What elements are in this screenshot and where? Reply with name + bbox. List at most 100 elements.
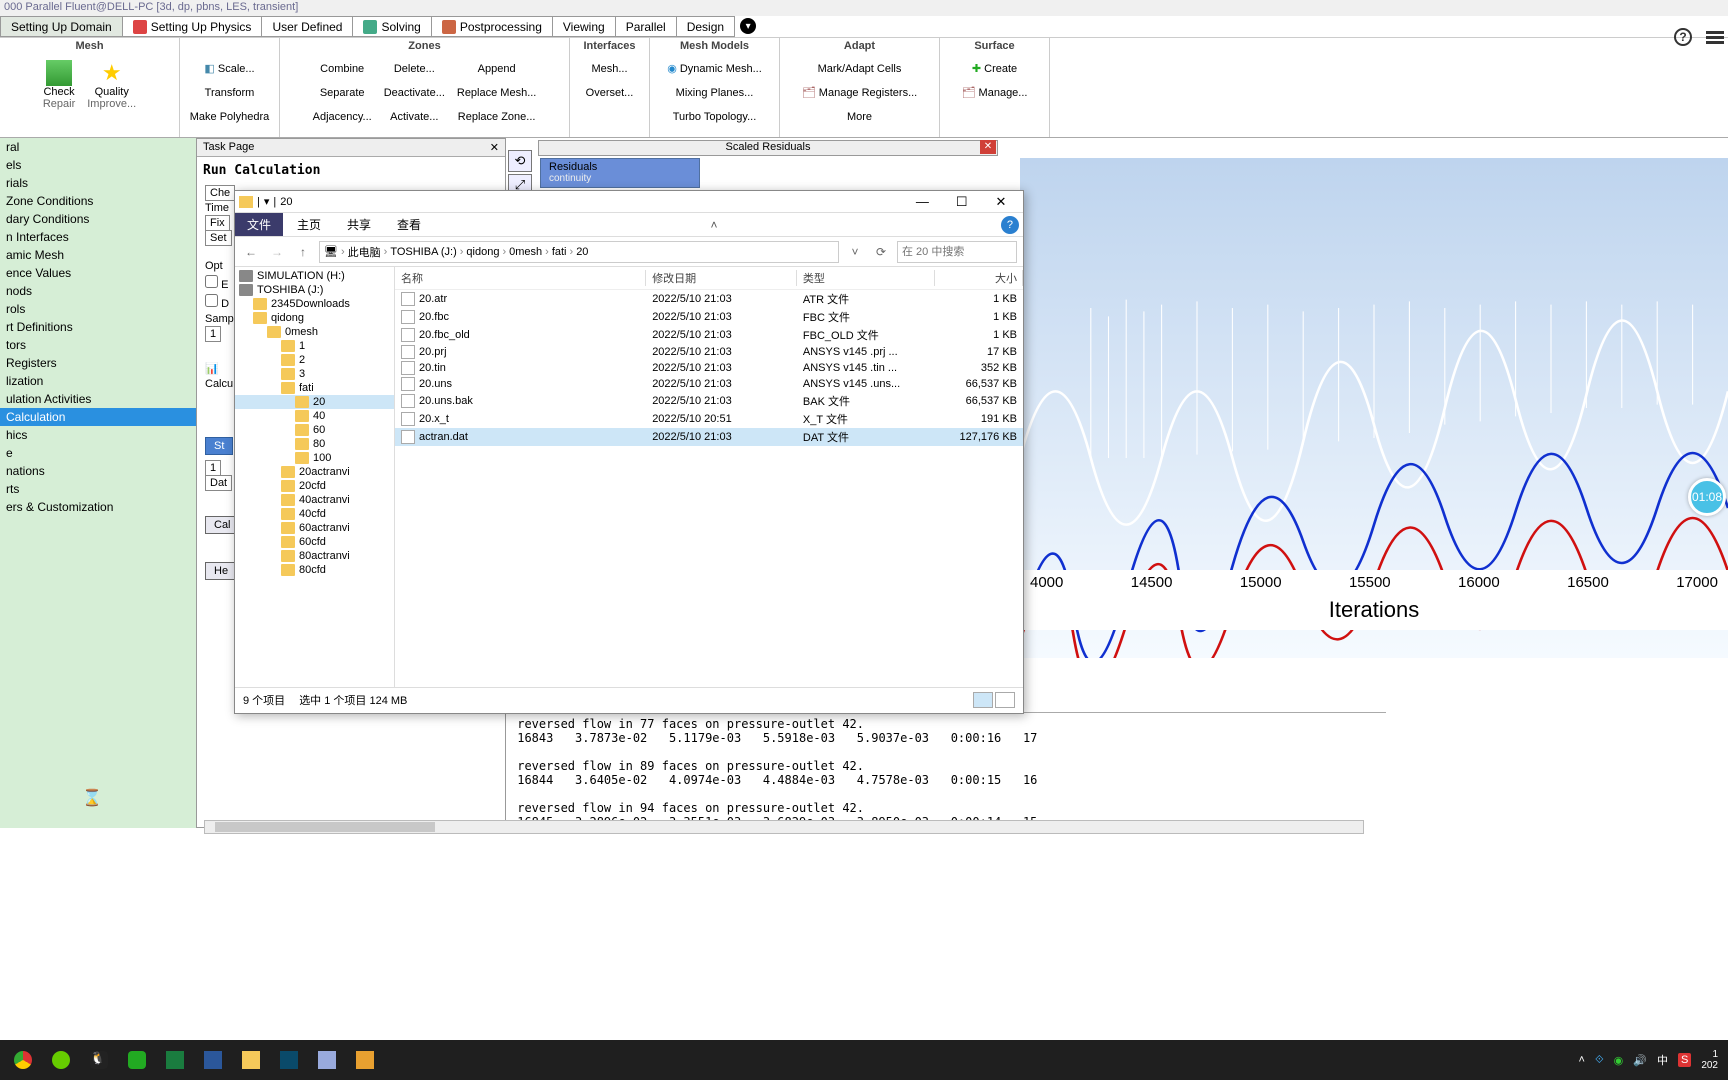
word-taskbar-icon[interactable] [195, 1044, 231, 1076]
nav-tree-node[interactable]: 40 [235, 409, 394, 423]
tray-volume-icon[interactable]: 🔊 [1633, 1054, 1647, 1067]
nav-tree-node[interactable]: 20cfd [235, 479, 394, 493]
tab-parallel[interactable]: Parallel [615, 16, 677, 37]
actran-taskbar-icon[interactable] [347, 1044, 383, 1076]
che-input[interactable]: Che [205, 185, 235, 201]
file-menu-tab[interactable]: 文件 [235, 213, 283, 236]
fixed-select[interactable]: Fix [205, 215, 230, 231]
explorer-nav-tree[interactable]: SIMULATION (H:)TOSHIBA (J:)2345Downloads… [235, 267, 395, 687]
nav-tree-node[interactable]: 0mesh [235, 325, 394, 339]
file-row[interactable]: 20.atr2022/5/10 21:03ATR 文件1 KB [395, 290, 1023, 309]
tree-item[interactable]: hics [0, 426, 196, 444]
nav-tree-node[interactable]: 2345Downloads [235, 297, 394, 311]
residuals-close-icon[interactable]: ✕ [980, 140, 996, 154]
tree-item[interactable]: nods [0, 282, 196, 300]
nav-tree-node[interactable]: 100 [235, 451, 394, 465]
file-row[interactable]: 20.uns2022/5/10 21:03ANSYS v145 .uns...6… [395, 376, 1023, 392]
task-page-close-icon[interactable]: ✕ [490, 141, 499, 154]
tree-item[interactable]: amic Mesh [0, 246, 196, 264]
home-menu-tab[interactable]: 主页 [285, 213, 333, 236]
tray-sogou-icon[interactable]: S [1678, 1053, 1691, 1067]
interfaces-mesh-button[interactable]: Mesh... [576, 58, 643, 80]
tree-item[interactable]: lization [0, 372, 196, 390]
combine-button[interactable]: Combine [313, 58, 372, 80]
transform-button[interactable]: Transform [186, 82, 273, 104]
chrome-taskbar-icon[interactable] [5, 1044, 41, 1076]
replace-mesh-button[interactable]: Replace Mesh... [457, 82, 536, 104]
samp-input[interactable]: 1 [205, 326, 221, 342]
crumb[interactable]: 此电脑 [348, 244, 381, 260]
help-button[interactable]: He [205, 562, 237, 580]
tab-solving[interactable]: Solving [352, 16, 431, 37]
excel-taskbar-icon[interactable] [157, 1044, 193, 1076]
nav-tree-node[interactable]: 60cfd [235, 535, 394, 549]
crumb[interactable]: fati [552, 246, 567, 258]
nav-tree-node[interactable]: 40actranvi [235, 493, 394, 507]
window-minimize-icon[interactable]: — [904, 194, 940, 209]
residuals-tab[interactable]: Scaled Residuals [538, 140, 998, 156]
tree-item[interactable]: rts [0, 480, 196, 498]
col-size[interactable]: 大小 [935, 267, 1023, 290]
nav-tree-node[interactable]: 20 [235, 395, 394, 409]
ribbon-collapse-icon[interactable]: ˄ [711, 218, 718, 232]
opt-e-checkbox[interactable] [205, 275, 218, 288]
addr-dropdown-icon[interactable]: ˅ [845, 245, 865, 259]
search-input[interactable] [897, 241, 1017, 263]
nav-tree-node[interactable]: 3 [235, 367, 394, 381]
make-polyhedra-button[interactable]: Make Polyhedra [186, 106, 273, 128]
notepad-taskbar-icon[interactable] [309, 1044, 345, 1076]
file-row[interactable]: 20.tin2022/5/10 21:03ANSYS v145 .tin ...… [395, 360, 1023, 376]
tree-item[interactable]: Calculation [0, 408, 196, 426]
delete-button[interactable]: Delete... [384, 58, 445, 80]
tab-setting-up-domain[interactable]: Setting Up Domain [0, 16, 123, 37]
crumb[interactable]: TOSHIBA (J:) [390, 246, 456, 258]
window-maximize-icon[interactable]: ☐ [944, 194, 980, 210]
activate-button[interactable]: Activate... [384, 106, 445, 128]
scale-button[interactable]: ◧ Scale... [186, 58, 273, 80]
tab-user-defined[interactable]: User Defined [261, 16, 353, 37]
breadcrumb[interactable]: 🖥›此电脑›TOSHIBA (J:)›qidong›0mesh›fati›20 [319, 241, 839, 263]
crumb[interactable]: qidong [466, 246, 499, 258]
overset-button[interactable]: Overset... [576, 82, 643, 104]
explorer-taskbar-icon[interactable] [233, 1044, 269, 1076]
file-list[interactable]: 名称 修改日期 类型 大小 20.atr2022/5/10 21:03ATR 文… [395, 267, 1023, 687]
window-close-icon[interactable]: ✕ [983, 194, 1019, 210]
nav-tree-node[interactable]: 80actranvi [235, 549, 394, 563]
append-button[interactable]: Append [457, 58, 536, 80]
file-row[interactable]: 20.fbc_old2022/5/10 21:03FBC_OLD 文件1 KB [395, 326, 1023, 344]
tree-item[interactable]: rials [0, 174, 196, 192]
tree-item[interactable]: nations [0, 462, 196, 480]
col-name[interactable]: 名称 [395, 267, 646, 290]
nav-tree-node[interactable]: 80cfd [235, 563, 394, 577]
tray-up-icon[interactable]: ˄ [1579, 1054, 1585, 1066]
nav-tree-node[interactable]: 80 [235, 437, 394, 451]
tab-viewing[interactable]: Viewing [552, 16, 616, 37]
surface-manage-button[interactable]: 🗂 Manage... [946, 82, 1043, 104]
tree-item[interactable]: n Interfaces [0, 228, 196, 246]
nav-tree-node[interactable]: 2 [235, 353, 394, 367]
wechat-taskbar-icon[interactable] [119, 1044, 155, 1076]
tab-postprocessing[interactable]: Postprocessing [431, 16, 553, 37]
opt-d-checkbox[interactable] [205, 294, 218, 307]
check-button[interactable]: CheckRepair [37, 56, 81, 114]
deactivate-button[interactable]: Deactivate... [384, 82, 445, 104]
mixing-planes-button[interactable]: Mixing Planes... [656, 82, 773, 104]
tab-setting-up-physics[interactable]: Setting Up Physics [122, 16, 263, 37]
nav-tree-node[interactable]: 20actranvi [235, 465, 394, 479]
tab-design[interactable]: Design [676, 16, 735, 37]
nav-tree-node[interactable]: 1 [235, 339, 394, 353]
edge-taskbar-icon[interactable] [43, 1044, 79, 1076]
explorer-help-icon[interactable]: ? [1001, 216, 1019, 234]
tree-item[interactable]: rt Definitions [0, 318, 196, 336]
tree-item[interactable]: ulation Activities [0, 390, 196, 408]
nav-tree-node[interactable]: fati [235, 381, 394, 395]
tree-item[interactable]: dary Conditions [0, 210, 196, 228]
view-menu-tab[interactable]: 查看 [385, 213, 433, 236]
app-taskbar-icon[interactable] [271, 1044, 307, 1076]
nav-forward-icon[interactable]: → [267, 245, 287, 259]
col-date[interactable]: 修改日期 [646, 267, 797, 290]
adapt-more-button[interactable]: More [786, 106, 933, 128]
dat-input[interactable]: Dat [205, 475, 232, 491]
adjacency-button[interactable]: Adjacency... [313, 106, 372, 128]
file-row[interactable]: 20.prj2022/5/10 21:03ANSYS v145 .prj ...… [395, 344, 1023, 360]
